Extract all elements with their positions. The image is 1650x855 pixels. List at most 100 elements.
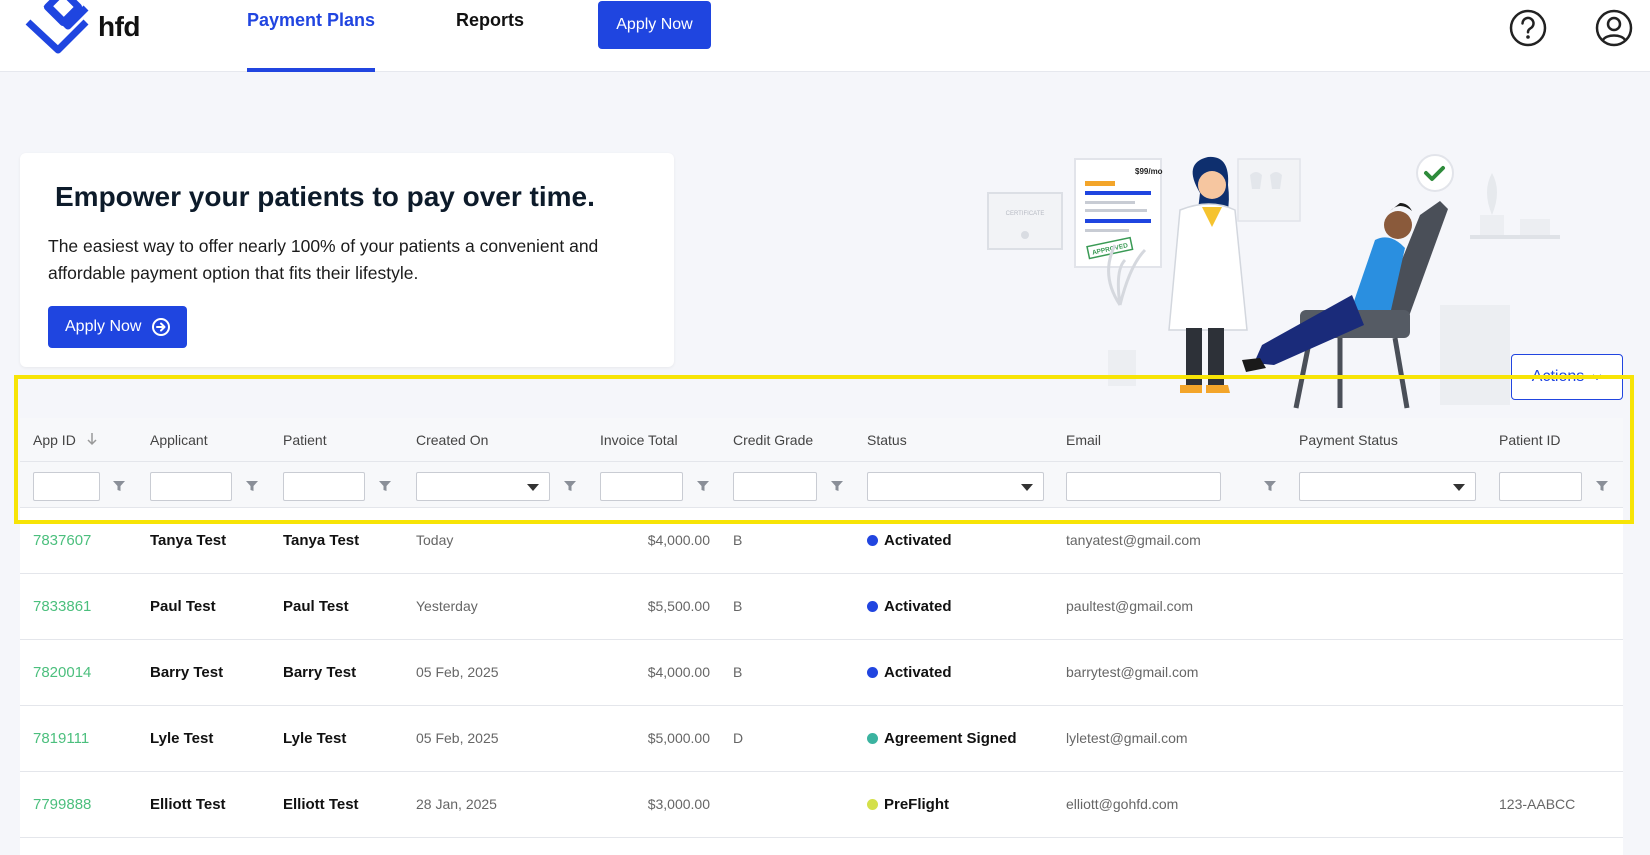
payment-plans-table: App ID Applicant Patient Created On Invo… — [20, 418, 1623, 855]
actions-label: Actions — [1531, 368, 1585, 385]
status-badge: Activated — [867, 532, 952, 549]
dental-office-illustration: CERTIFICATE $99/mo APPROVED — [987, 154, 1560, 409]
email: lyletest@gmail.com — [1066, 730, 1188, 746]
column-header-payment-status[interactable]: Payment Status — [1299, 432, 1398, 448]
help-circle-icon[interactable] — [1508, 8, 1548, 48]
filter-select-created-on[interactable] — [416, 472, 550, 501]
svg-text:CERTIFICATE: CERTIFICATE — [1006, 211, 1045, 217]
filter-input-app-id[interactable] — [33, 472, 100, 501]
email: paultest@gmail.com — [1066, 598, 1194, 614]
status-badge: Activated — [867, 598, 952, 615]
column-header-patient-id[interactable]: Patient ID — [1499, 432, 1560, 448]
filter-input-credit-grade[interactable] — [733, 472, 817, 501]
actions-dropdown-button[interactable]: Actions — [1511, 354, 1623, 400]
filter-input-patient-id[interactable] — [1499, 472, 1582, 501]
column-header-credit-grade[interactable]: Credit Grade — [733, 432, 813, 448]
created-on: Today — [416, 532, 454, 548]
patient-id: 123-AABCC — [1499, 796, 1576, 812]
filter-icon[interactable] — [1263, 479, 1277, 493]
invoice-total: $4,000.00 — [647, 532, 710, 548]
check-circle-icon — [1416, 154, 1454, 192]
applicant-name: Paul Test — [150, 598, 216, 615]
status-dot-icon — [867, 667, 878, 678]
hero-apply-label: Apply Now — [65, 318, 142, 335]
credit-grade: B — [733, 532, 743, 548]
table-row[interactable]: 7799888 Elliott Test Elliott Test 28 Jan… — [20, 772, 1623, 838]
teeth-poster-icon — [1237, 158, 1301, 222]
sort-down-arrow-icon — [87, 433, 97, 446]
filter-select-status[interactable] — [867, 472, 1044, 501]
app-id-link[interactable]: 7833861 — [33, 598, 91, 615]
filter-input-applicant[interactable] — [150, 472, 232, 501]
app-id-link[interactable]: 7820014 — [33, 664, 91, 681]
column-header-patient[interactable]: Patient — [283, 432, 327, 448]
filter-icon[interactable] — [830, 479, 844, 493]
hero-apply-now-button[interactable]: Apply Now — [48, 306, 187, 348]
invoice-total: $3,000.00 — [647, 796, 710, 812]
user-circle-icon[interactable] — [1594, 8, 1634, 48]
status-badge: PreFlight — [867, 796, 949, 813]
table-filter-row — [20, 462, 1623, 508]
created-on: Yesterday — [416, 598, 478, 614]
applicant-name: Elliott Test — [150, 796, 226, 813]
applicant-name: Lyle Test — [150, 730, 214, 747]
status-dot-icon — [867, 733, 878, 744]
filter-input-invoice-total[interactable] — [600, 472, 683, 501]
table-row[interactable]: 7837607 Tanya Test Tanya Test Today $4,0… — [20, 508, 1623, 574]
status-dot-icon — [867, 601, 878, 612]
filter-icon[interactable] — [245, 479, 259, 493]
filter-icon[interactable] — [563, 479, 577, 493]
credit-grade: D — [733, 730, 744, 746]
hero-card: Empower your patients to pay over time. … — [20, 153, 674, 367]
column-header-app-id[interactable]: App ID — [33, 432, 98, 448]
top-navigation: hfd Payment Plans Reports Apply Now — [0, 0, 1650, 72]
status-badge: Agreement Signed — [867, 730, 1017, 747]
filter-icon[interactable] — [1595, 479, 1609, 493]
tab-reports[interactable]: Reports — [456, 10, 524, 31]
applicant-name: Barry Test — [150, 664, 224, 681]
certificate-icon — [987, 192, 1063, 250]
arrow-right-circle-icon — [152, 318, 171, 336]
table-row[interactable]: 7833861 Paul Test Paul Test Yesterday $5… — [20, 574, 1623, 640]
email: tanyatest@gmail.com — [1066, 532, 1201, 548]
svg-text:$99/mo: $99/mo — [1135, 167, 1163, 176]
filter-select-payment-status[interactable] — [1299, 472, 1476, 501]
app-id-link[interactable]: 7799888 — [33, 796, 91, 813]
filter-icon[interactable] — [378, 479, 392, 493]
filter-icon[interactable] — [696, 479, 710, 493]
column-header-applicant[interactable]: Applicant — [150, 432, 208, 448]
patient-name: Barry Test — [283, 664, 357, 681]
column-header-email[interactable]: Email — [1066, 432, 1101, 448]
chevron-down-icon — [1592, 374, 1602, 381]
tab-payment-plans[interactable]: Payment Plans — [247, 10, 376, 72]
email: barrytest@gmail.com — [1066, 664, 1199, 680]
hero-title: Empower your patients to pay over time. — [55, 181, 595, 212]
filter-input-email[interactable] — [1066, 472, 1221, 501]
invoice-total: $5,500.00 — [647, 598, 710, 614]
created-on: 28 Jan, 2025 — [416, 796, 497, 812]
app-id-link[interactable]: 7837607 — [33, 532, 91, 549]
table-row[interactable]: 7820014 Barry Test Barry Test 05 Feb, 20… — [20, 640, 1623, 706]
column-header-invoice-total[interactable]: Invoice Total — [600, 432, 678, 448]
invoice-total: $4,000.00 — [647, 664, 710, 680]
email: elliott@gohfd.com — [1066, 796, 1179, 812]
invoice-total: $5,000.00 — [647, 730, 710, 746]
patient-name: Lyle Test — [283, 730, 347, 747]
filter-icon[interactable] — [112, 479, 126, 493]
app-id-link[interactable]: 7819111 — [33, 730, 89, 747]
column-header-created-on[interactable]: Created On — [416, 432, 488, 448]
hero-description: The easiest way to offer nearly 100% of … — [48, 236, 599, 283]
column-header-status[interactable]: Status — [867, 432, 907, 448]
brand-name: hfd — [98, 11, 141, 42]
patient-name: Elliott Test — [283, 796, 359, 813]
created-on: 05 Feb, 2025 — [416, 664, 499, 680]
status-badge: Activated — [867, 664, 952, 681]
credit-grade: B — [733, 664, 743, 680]
filter-input-patient[interactable] — [283, 472, 365, 501]
table-row[interactable]: 7819111 Lyle Test Lyle Test 05 Feb, 2025… — [20, 706, 1623, 772]
applicant-name: Tanya Test — [150, 532, 227, 549]
patient-name: Tanya Test — [283, 532, 360, 549]
status-dot-icon — [867, 535, 878, 546]
table-header-row: App ID Applicant Patient Created On Invo… — [20, 418, 1623, 462]
nav-apply-now-button[interactable]: Apply Now — [598, 1, 711, 49]
